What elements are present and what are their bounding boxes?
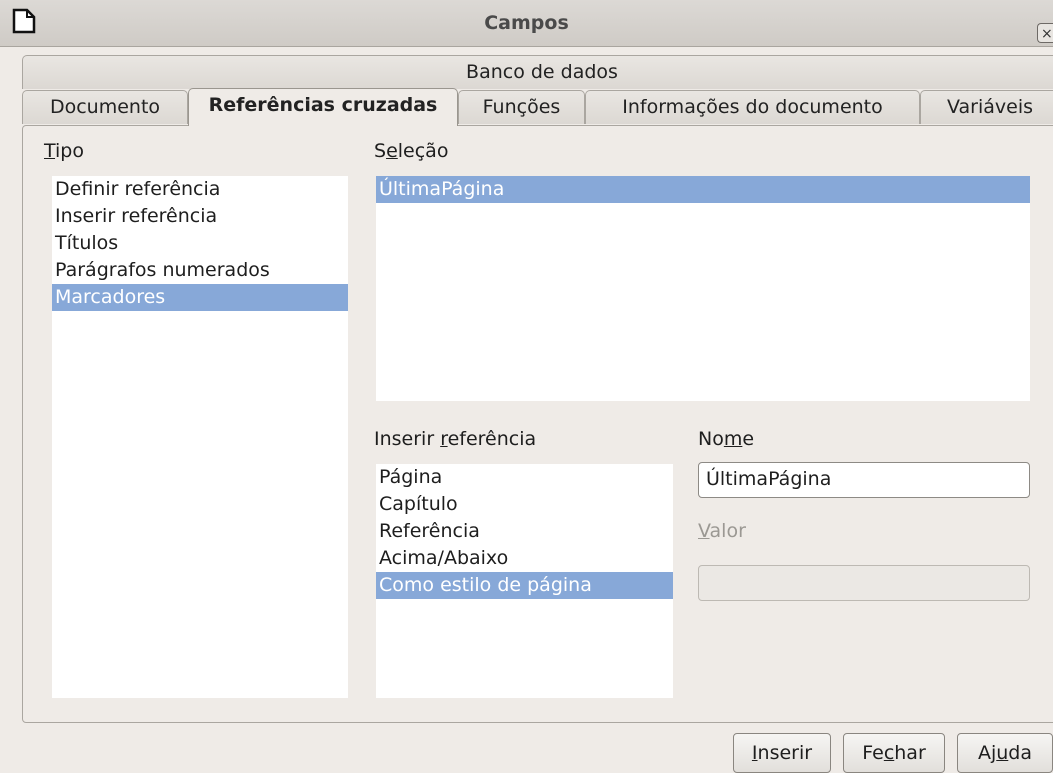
tab-informacoes-do-documento[interactable]: Informações do documento: [585, 90, 920, 124]
tab-label: Referências cruzadas: [208, 94, 438, 116]
title-bar: Campos ×: [0, 0, 1053, 47]
inserir-referencia-listbox[interactable]: Página Capítulo Referência Acima/Abaixo …: [376, 464, 673, 698]
list-item[interactable]: Acima/Abaixo: [376, 545, 673, 572]
tab-label: Banco de dados: [466, 61, 618, 83]
ajuda-button[interactable]: Ajuda: [957, 733, 1053, 773]
list-item[interactable]: Página: [376, 464, 673, 491]
inserir-button[interactable]: Inserir: [733, 733, 831, 773]
tab-variaveis[interactable]: Variáveis: [920, 90, 1053, 124]
list-item-selected[interactable]: ÚltimaPágina: [376, 176, 1030, 203]
close-icon[interactable]: ×: [1037, 23, 1053, 43]
tab-banco-de-dados[interactable]: Banco de dados: [22, 55, 1053, 89]
list-item-selected[interactable]: Como estilo de página: [376, 572, 673, 599]
tab-funcoes[interactable]: Funções: [458, 90, 585, 124]
window-title: Campos: [484, 12, 569, 34]
tab-referencias-cruzadas[interactable]: Referências cruzadas: [188, 88, 458, 126]
nome-label: Nome: [698, 428, 755, 450]
tab-label: Variáveis: [946, 96, 1033, 118]
valor-label: Valor: [698, 520, 746, 542]
list-item-selected[interactable]: Marcadores: [52, 284, 348, 311]
list-item[interactable]: Definir referência: [52, 176, 348, 203]
fechar-button[interactable]: Fechar: [843, 733, 945, 773]
inserir-referencia-label: Inserir referência: [374, 428, 537, 450]
list-item[interactable]: Inserir referência: [52, 203, 348, 230]
tab-label: Documento: [49, 96, 161, 118]
tab-label: Informações do documento: [622, 96, 883, 118]
list-item[interactable]: Referência: [376, 518, 673, 545]
selecao-label: Seleção: [374, 140, 449, 162]
tipo-label: Tipo: [44, 140, 84, 162]
list-item[interactable]: Parágrafos numerados: [52, 257, 348, 284]
tab-label: Funções: [482, 96, 561, 118]
tipo-listbox[interactable]: Definir referência Inserir referência Tí…: [52, 176, 348, 698]
list-item[interactable]: Títulos: [52, 230, 348, 257]
selecao-listbox[interactable]: ÚltimaPágina: [376, 176, 1030, 401]
nome-field[interactable]: ÚltimaPágina: [698, 462, 1030, 498]
valor-field[interactable]: [698, 565, 1030, 601]
tab-documento[interactable]: Documento: [22, 90, 188, 124]
list-item[interactable]: Capítulo: [376, 491, 673, 518]
